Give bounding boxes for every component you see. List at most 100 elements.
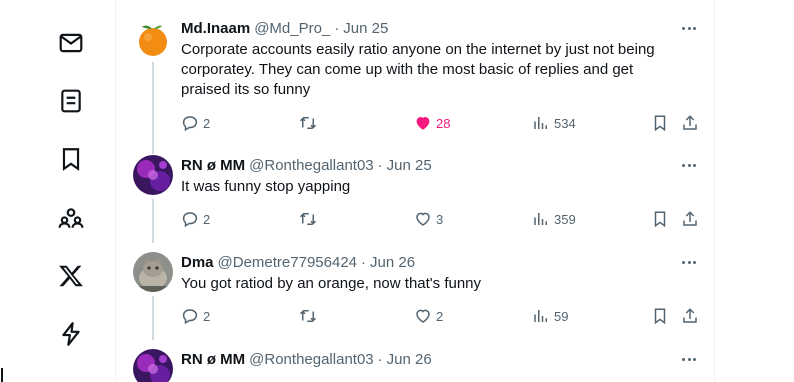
bookmark-button[interactable] <box>651 306 669 326</box>
timestamp[interactable]: Jun 26 <box>387 351 432 368</box>
avatar[interactable] <box>133 19 173 59</box>
communities-icon[interactable] <box>56 203 86 233</box>
timestamp[interactable]: Jun 25 <box>387 157 432 174</box>
tweet-header: RN ø MM @Ronthegallant03 · Jun 25 <box>181 155 432 175</box>
tweet[interactable]: Dma @Demetre77956424 · Jun 26 You got ra… <box>116 252 714 340</box>
tweet-text-line: praised its so funny <box>181 81 311 98</box>
separator: · <box>377 350 383 368</box>
avatar[interactable] <box>133 155 173 195</box>
display-name[interactable]: Md.Inaam <box>181 20 250 37</box>
bookmarks-icon[interactable] <box>56 144 86 174</box>
thread-line <box>152 296 154 340</box>
reply-icon <box>182 212 198 228</box>
user-handle[interactable]: @Ronthegallant03 <box>249 351 373 368</box>
bookmark-icon <box>654 308 666 325</box>
reply-button[interactable]: 2 <box>181 306 210 326</box>
user-handle[interactable]: @Ronthegallant03 <box>249 157 373 174</box>
repost-icon <box>299 213 317 225</box>
analytics-icon <box>534 117 547 129</box>
analytics-icon <box>534 310 547 322</box>
more-options-icon[interactable] <box>678 155 700 175</box>
like-button[interactable]: 2 <box>414 306 443 326</box>
like-count: 3 <box>436 211 444 227</box>
reply-count: 2 <box>203 308 211 324</box>
lists-icon[interactable] <box>56 86 86 116</box>
verified-orgs-icon[interactable] <box>56 319 86 349</box>
repost-icon <box>299 117 317 129</box>
tweet-text: It was funny stop yapping <box>181 177 686 197</box>
share-icon <box>683 211 697 226</box>
tweet-header: Md.Inaam @Md_Pro_ · Jun 25 <box>181 18 388 38</box>
views-button[interactable]: 534 <box>532 113 576 133</box>
reply-count: 2 <box>203 115 211 131</box>
display-name[interactable]: RN ø MM <box>181 157 245 174</box>
action-bar: 2 28 534 <box>181 113 701 133</box>
repost-button[interactable] <box>299 113 321 133</box>
repost-icon <box>299 310 317 322</box>
share-button[interactable] <box>681 306 699 326</box>
like-button[interactable]: 3 <box>414 209 443 229</box>
tweet-text-line: Corporate accounts easily ratio anyone o… <box>181 41 655 58</box>
bookmark-icon <box>654 115 666 132</box>
thread-line <box>152 62 154 154</box>
tweet-text: Corporate accounts easily ratio anyone o… <box>181 40 686 100</box>
separator: · <box>377 156 383 174</box>
action-bar: 2 2 59 <box>181 306 701 326</box>
avatar[interactable] <box>133 349 173 382</box>
heart-icon <box>416 309 430 323</box>
view-count: 534 <box>554 115 576 131</box>
thread-line <box>152 199 154 243</box>
view-count: 359 <box>554 211 576 227</box>
timestamp[interactable]: Jun 25 <box>343 20 388 37</box>
heart-filled-icon <box>416 117 430 130</box>
tweet-text-line: You got ratiod by an orange, now that's … <box>181 275 482 292</box>
separator: · <box>361 253 366 271</box>
analytics-icon <box>534 213 547 225</box>
reply-icon <box>182 116 198 132</box>
tweet-text: You got ratiod by an orange, now that's … <box>181 274 686 294</box>
tweet-header: Dma @Demetre77956424 · Jun 26 <box>181 252 415 272</box>
avatar[interactable] <box>133 252 173 292</box>
reply-thread: Md.Inaam @Md_Pro_ · Jun 25 Corporate acc… <box>115 0 715 382</box>
x-premium-icon[interactable] <box>56 261 86 291</box>
text-cursor <box>1 368 3 382</box>
tweet[interactable]: Md.Inaam @Md_Pro_ · Jun 25 Corporate acc… <box>116 18 714 154</box>
bookmark-button[interactable] <box>651 209 669 229</box>
share-button[interactable] <box>681 113 699 133</box>
tweet-text-line: corporatey. They can come up with the mo… <box>181 61 634 78</box>
display-name[interactable]: Dma <box>181 254 214 271</box>
action-bar: 2 3 359 <box>181 209 701 229</box>
repost-button[interactable] <box>299 306 321 326</box>
messages-icon[interactable] <box>56 28 86 58</box>
more-options-icon[interactable] <box>678 18 700 38</box>
reply-button[interactable]: 2 <box>181 209 210 229</box>
heart-icon <box>416 212 430 226</box>
bookmark-icon <box>654 211 666 228</box>
like-count: 2 <box>436 308 444 324</box>
separator: · <box>334 19 340 37</box>
share-icon <box>683 308 697 323</box>
share-icon <box>683 115 697 130</box>
views-button[interactable]: 359 <box>532 209 576 229</box>
display-name[interactable]: RN ø MM <box>181 351 245 368</box>
reply-button[interactable]: 2 <box>181 113 210 133</box>
like-count: 28 <box>436 115 451 131</box>
user-handle[interactable]: @Demetre77956424 <box>218 254 357 271</box>
reply-icon <box>182 309 198 325</box>
bookmark-button[interactable] <box>651 113 669 133</box>
views-button[interactable]: 59 <box>532 306 568 326</box>
left-nav <box>0 0 115 382</box>
repost-button[interactable] <box>299 209 321 229</box>
more-options-icon[interactable] <box>678 349 700 369</box>
more-options-icon[interactable] <box>678 252 700 272</box>
tweet-header: RN ø MM @Ronthegallant03 · Jun 26 <box>181 349 432 369</box>
tweet[interactable]: RN ø MM @Ronthegallant03 · Jun 26 <box>116 349 714 382</box>
user-handle[interactable]: @Md_Pro_ <box>254 20 330 37</box>
reply-count: 2 <box>203 211 211 227</box>
timestamp[interactable]: Jun 26 <box>370 254 415 271</box>
tweet-text-line: It was funny stop yapping <box>181 178 351 195</box>
view-count: 59 <box>554 308 569 324</box>
tweet[interactable]: RN ø MM @Ronthegallant03 · Jun 25 It was… <box>116 155 714 243</box>
like-button[interactable]: 28 <box>414 113 450 133</box>
share-button[interactable] <box>681 209 699 229</box>
